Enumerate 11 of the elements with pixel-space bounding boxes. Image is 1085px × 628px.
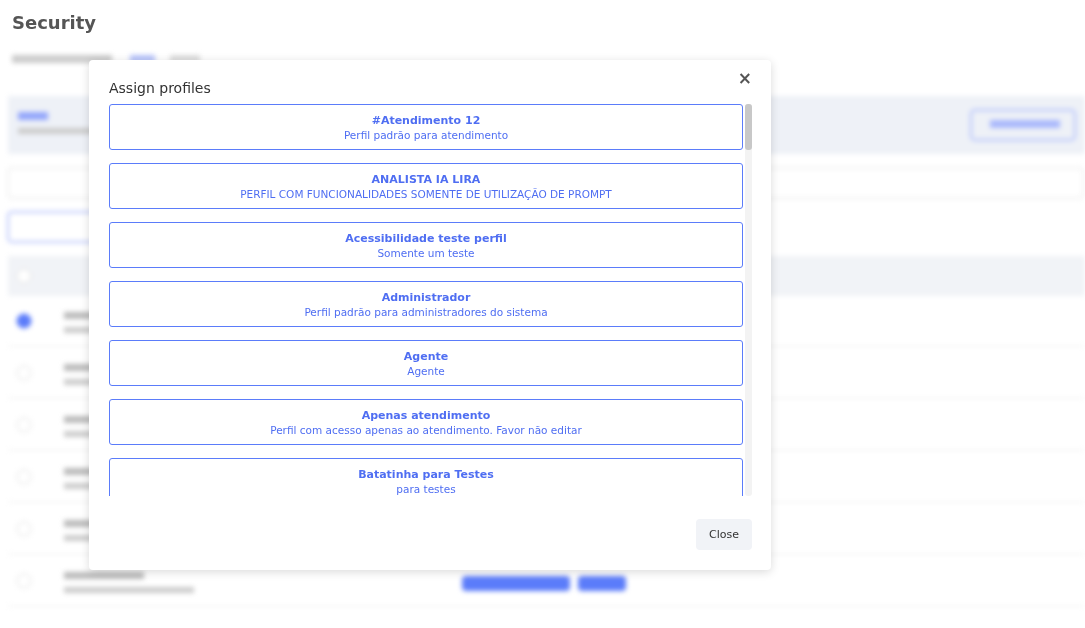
- profile-option[interactable]: Apenas atendimento Perfil com acesso apenas ao atendimento. Favor não editar: [109, 399, 743, 445]
- profile-option[interactable]: Batatinha para Testes para testes: [109, 458, 743, 496]
- profile-option[interactable]: Agente Agente: [109, 340, 743, 386]
- profile-option[interactable]: #Atendimento 12 Perfil padrão para atendimento: [109, 104, 743, 150]
- page-title: Security: [12, 12, 97, 33]
- dialog-title: Assign profiles: [109, 80, 211, 96]
- scrollbar[interactable]: [745, 104, 752, 496]
- profile-option[interactable]: Acessibilidade teste perfil Somente um teste: [109, 222, 743, 268]
- close-button[interactable]: Close: [696, 519, 752, 550]
- profile-option[interactable]: Administrador Perfil padrão para administradores do sistema: [109, 281, 743, 327]
- profile-option[interactable]: ANALISTA IA LIRA PERFIL COM FUNCIONALIDADES SOMENTE DE UTILIZAÇÃO DE PROMPT: [109, 163, 743, 209]
